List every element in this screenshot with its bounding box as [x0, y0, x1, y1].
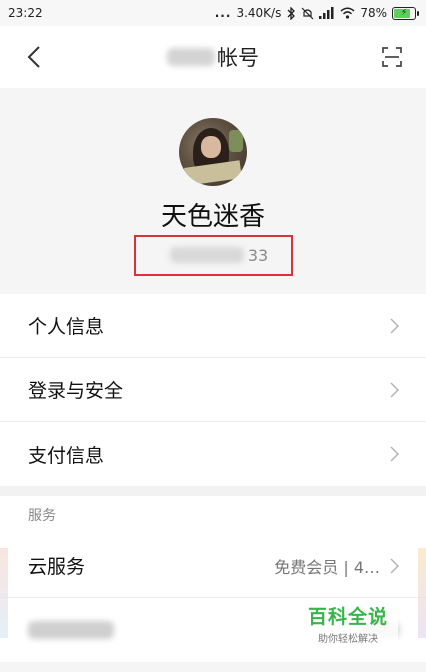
wifi-icon	[340, 7, 355, 19]
status-time: 23:22	[8, 6, 43, 20]
menu-item-label: 支付信息	[28, 444, 105, 467]
menu-item-cloud-service[interactable]: 云服务 免费会员 | 4…	[0, 534, 426, 598]
chevron-right-icon	[390, 557, 400, 574]
top-bar: 帐号	[0, 26, 426, 88]
cloud-service-value: 免费会员 | 4…	[274, 557, 380, 577]
watermark-title: 百科全说	[307, 605, 388, 628]
back-arrow-icon	[27, 46, 40, 68]
watermark: 百科全说 助你轻松解决	[298, 600, 398, 646]
avatar[interactable]	[179, 118, 247, 186]
menu-item-payment-info[interactable]: 支付信息	[0, 422, 426, 486]
cloud-service-right: 免费会员 | 4…	[274, 554, 400, 578]
account-id-redacted	[169, 247, 244, 263]
edge-decoration	[418, 548, 426, 638]
watermark-subtitle: 助你轻松解决	[318, 633, 378, 645]
network-speed: 3.40K/s	[236, 6, 282, 20]
menu-item-personal-info[interactable]: 个人信息	[0, 294, 426, 358]
page-title-text: 帐号	[217, 46, 259, 70]
chevron-right-icon	[390, 381, 400, 398]
menu-item-login-security[interactable]: 登录与安全	[0, 358, 426, 422]
menu-item-label: 个人信息	[28, 316, 105, 338]
account-menu: 个人信息 登录与安全 支付信息	[0, 294, 426, 486]
title-redacted	[167, 48, 215, 66]
services-section-title: 服务	[0, 496, 426, 534]
battery-percent: 78%	[360, 6, 387, 20]
status-bar: 23:22 ... 3.40K/s 78% ⚡	[0, 0, 426, 26]
chevron-right-icon	[390, 446, 400, 462]
chevron-right-icon	[390, 317, 400, 334]
status-dots: ...	[214, 6, 232, 20]
bluetooth-icon	[287, 6, 296, 20]
mute-icon	[301, 7, 314, 19]
signal-icon	[319, 7, 334, 19]
page-title: 帐号	[167, 42, 259, 72]
account-id-highlight: 33	[133, 235, 293, 276]
scan-icon	[382, 47, 402, 67]
account-id-tail: 33	[247, 246, 269, 265]
status-icons: ... 3.40K/s 78% ⚡	[214, 6, 419, 20]
scan-button[interactable]	[380, 45, 404, 69]
edge-decoration	[0, 548, 8, 638]
redacted-label	[28, 621, 114, 639]
cloud-service-label: 云服务	[28, 556, 86, 578]
profile-section: 天色迷香 33	[0, 88, 426, 294]
nickname: 天色迷香	[160, 202, 265, 232]
section-divider	[0, 486, 426, 496]
battery-charging-icon: ⚡	[392, 6, 419, 20]
menu-item-label: 登录与安全	[28, 380, 124, 402]
back-button[interactable]	[20, 43, 48, 71]
